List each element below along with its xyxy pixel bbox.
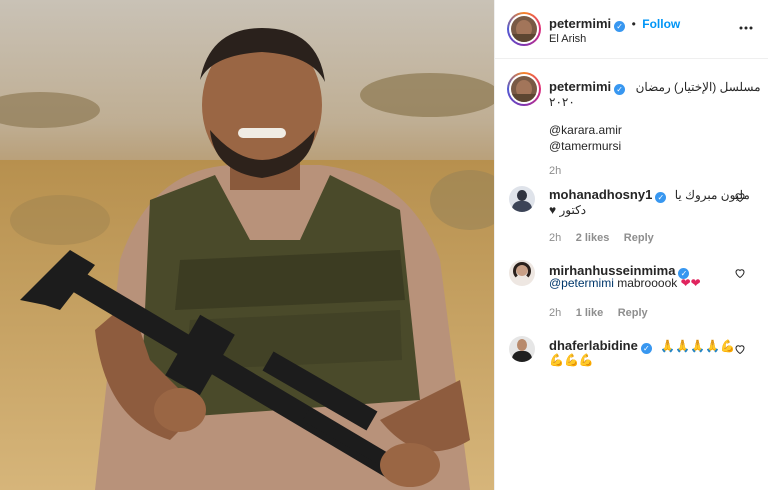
- heart-icon[interactable]: [734, 190, 746, 203]
- caption-story-ring[interactable]: [507, 72, 541, 106]
- comment-text: 🙏🙏🙏🙏💪: [660, 339, 736, 353]
- post-photo[interactable]: [0, 0, 494, 490]
- commenter-avatar[interactable]: [509, 336, 535, 362]
- comment-item: dhaferlabidine ✓ 🙏🙏🙏🙏💪 💪💪💪: [495, 334, 768, 384]
- comment-timestamp[interactable]: 2h: [549, 232, 561, 244]
- comment-text: mabrooook: [617, 276, 678, 290]
- reply-button[interactable]: Reply: [624, 232, 654, 244]
- commenter-username[interactable]: mohanadhosny1: [549, 187, 652, 202]
- commenter-avatar[interactable]: [509, 260, 535, 286]
- comment-text-line2: دكتور ♥: [549, 203, 587, 217]
- caption-username[interactable]: petermimi: [549, 79, 611, 94]
- comment-likes[interactable]: 1 like: [576, 307, 604, 319]
- mention-link[interactable]: @tamermursi: [549, 139, 621, 153]
- mention-link[interactable]: @petermimi: [549, 276, 614, 290]
- caption: petermimi ✓ مسلسل (الإختيار) رمضان ٢٠٢٠ @…: [495, 70, 768, 185]
- commenter-username[interactable]: dhaferlabidine: [549, 338, 638, 353]
- mention-link[interactable]: @karara.amir: [549, 123, 622, 137]
- caption-avatar[interactable]: [511, 76, 537, 102]
- comment-likes[interactable]: 2 likes: [576, 232, 610, 244]
- author-username[interactable]: petermimi: [549, 16, 611, 31]
- post-location[interactable]: El Arish: [549, 33, 586, 45]
- post-header: petermimi ✓ • Follow El Arish: [495, 0, 768, 59]
- follow-button[interactable]: Follow: [642, 17, 680, 31]
- dot-separator: •: [631, 17, 636, 31]
- comment-item: mohanadhosny1 ✓ مليون مبروك يا دكتور ♥ 2h…: [495, 182, 768, 244]
- author-avatar[interactable]: [511, 16, 537, 42]
- story-ring[interactable]: [507, 12, 541, 46]
- post-side-panel: petermimi ✓ • Follow El Arish petermimi ✓ …: [494, 0, 768, 490]
- reply-button[interactable]: Reply: [618, 307, 648, 319]
- ellipsis-icon[interactable]: [738, 20, 754, 36]
- comment-text-line2: 💪💪💪: [549, 353, 594, 367]
- verified-icon: ✓: [640, 343, 652, 354]
- comment-item: mirhanhusseinmima ✓ @petermimi mabrooook …: [495, 258, 768, 319]
- heart-icon[interactable]: [734, 342, 746, 355]
- caption-timestamp[interactable]: 2h: [549, 165, 561, 177]
- comment-timestamp[interactable]: 2h: [549, 307, 561, 319]
- verified-icon: ✓: [655, 192, 667, 203]
- commenter-avatar[interactable]: [509, 186, 535, 212]
- verified-icon: ✓: [614, 84, 626, 95]
- caption-text-line2: ٢٠٢٠: [549, 95, 575, 109]
- heart-icon[interactable]: [734, 266, 746, 279]
- caption-text-line1: مسلسل (الإختيار) رمضان: [635, 80, 761, 94]
- red-heart-emoji: ❤❤: [680, 276, 701, 290]
- verified-icon: ✓: [614, 21, 626, 32]
